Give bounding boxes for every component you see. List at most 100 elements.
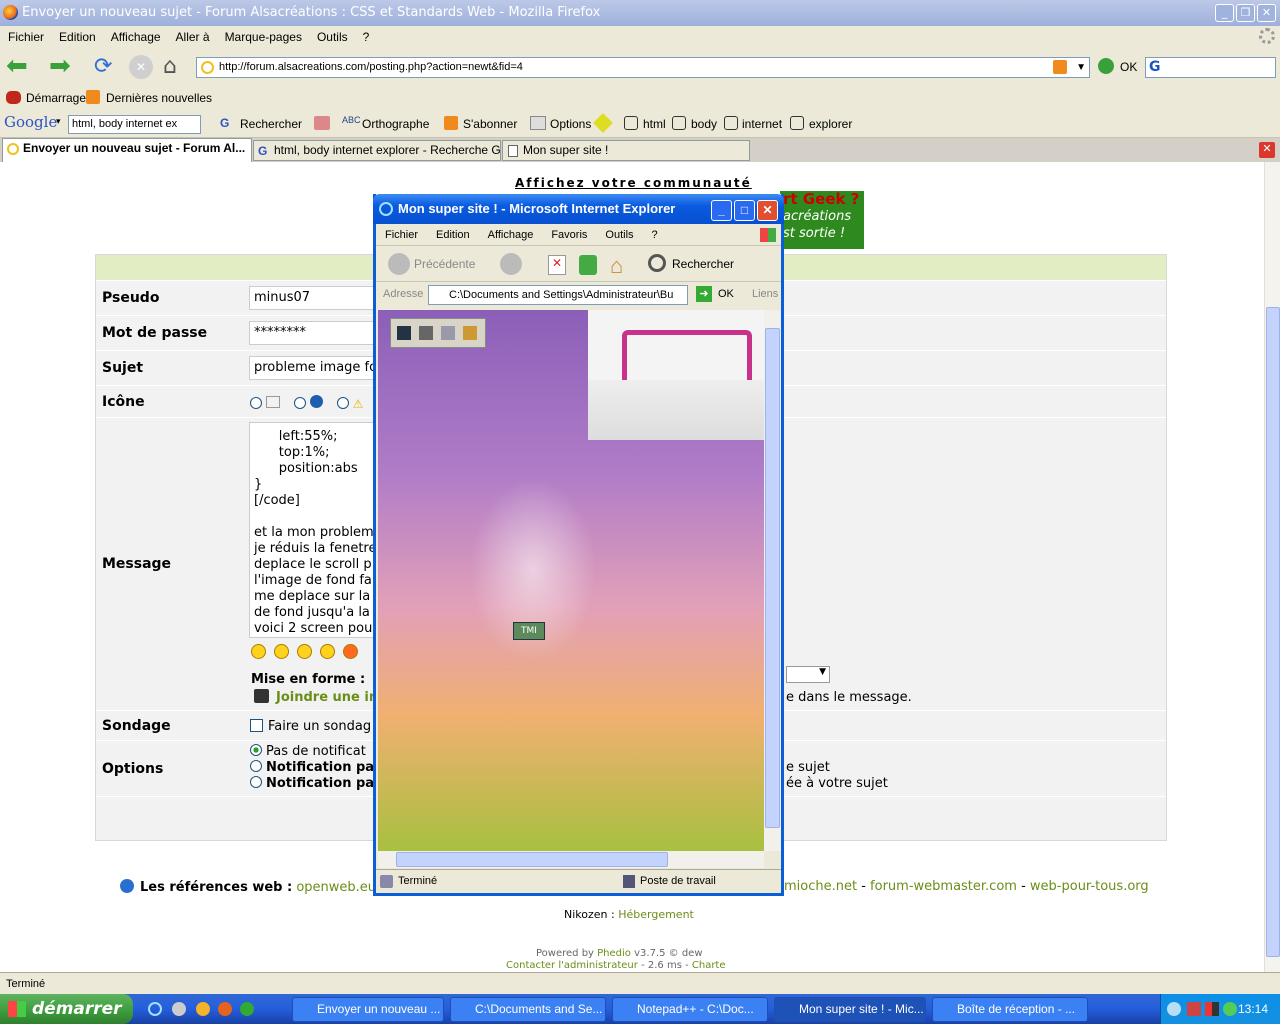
url-bar[interactable]: http://forum.alsacreations.com/posting.p…	[196, 57, 1090, 78]
ie-home-icon[interactable]: ⌂	[610, 253, 623, 279]
print-image-icon[interactable]	[419, 326, 433, 340]
chevron-down-icon[interactable]: ▾	[56, 116, 61, 127]
option-notification-1[interactable]: Notification pa	[250, 760, 374, 776]
menu-edition[interactable]: Edition	[55, 30, 107, 44]
tray-icon[interactable]	[1187, 1002, 1201, 1016]
ie-menu-edition[interactable]: Edition	[436, 229, 470, 241]
email-image-icon[interactable]	[441, 326, 455, 340]
scroll-thumb[interactable]	[1266, 307, 1280, 957]
page-scrollbar[interactable]	[1264, 162, 1280, 972]
close-button[interactable]: ✕	[1257, 4, 1276, 22]
tray-icon[interactable]	[1205, 1002, 1219, 1016]
menu-fichier[interactable]: Fichier	[4, 30, 55, 44]
ie-horizontal-scrollbar[interactable]	[378, 851, 764, 868]
go-label[interactable]: OK	[1120, 60, 1137, 74]
chevron-down-icon[interactable]: ▼	[1076, 58, 1086, 77]
community-link[interactable]: Affichez votre communauté	[515, 176, 752, 190]
task-ie[interactable]: Mon super site ! - Mic...	[774, 997, 926, 1022]
ie-refresh-icon[interactable]	[579, 255, 597, 275]
ie-menu-outils[interactable]: Outils	[605, 229, 633, 241]
ie-menu-fichier[interactable]: Fichier	[385, 229, 418, 241]
maximize-button[interactable]: ❐	[1236, 4, 1255, 22]
task-firefox[interactable]: Envoyer un nouveau ...	[292, 997, 444, 1022]
highlight-icon[interactable]	[593, 113, 613, 133]
reload-icon[interactable]: ⟳	[94, 55, 118, 79]
save-image-icon[interactable]	[397, 326, 411, 340]
back-arrow-icon[interactable]: ⬅	[6, 53, 30, 79]
option-no-notification[interactable]: Pas de notificat	[250, 744, 374, 760]
happy-icon[interactable]	[274, 644, 289, 659]
option-radio[interactable]	[250, 760, 262, 772]
icon-radio-1[interactable]	[250, 397, 262, 409]
ie-scroll-thumb[interactable]	[765, 328, 780, 828]
ie-back-label[interactable]: Précédente	[414, 257, 475, 271]
password-input[interactable]: ********	[249, 321, 379, 345]
stop-icon[interactable]: ✕	[129, 55, 153, 79]
poll-option[interactable]: Faire un sondag	[250, 719, 371, 734]
ref-link[interactable]: forum-webmaster.com	[866, 879, 1017, 894]
quicklaunch-firefox-icon[interactable]	[218, 1002, 232, 1016]
forward-arrow-icon[interactable]: ➡	[49, 53, 73, 79]
term-html[interactable]: html	[643, 117, 666, 131]
minimize-button[interactable]: _	[1215, 4, 1234, 22]
pseudo-input[interactable]: minus07	[249, 286, 379, 310]
quicklaunch-media-icon[interactable]	[196, 1002, 210, 1016]
task-notepad[interactable]: Notepad++ - C:\Doc...	[612, 997, 768, 1022]
neutral-icon[interactable]	[320, 644, 335, 659]
ie-menu-help[interactable]: ?	[652, 229, 658, 241]
icon-radio-2[interactable]	[293, 397, 306, 409]
format-select[interactable]: ▼	[786, 666, 830, 683]
term-internet[interactable]: internet	[742, 117, 782, 131]
menu-outils[interactable]: Outils	[313, 30, 359, 44]
ie-minimize-button[interactable]: _	[711, 200, 732, 221]
google-search-input[interactable]: html, body internet ex	[68, 115, 201, 134]
ie-address-input[interactable]: C:\Documents and Settings\Administrateur…	[428, 285, 688, 305]
popup-blocker-icon[interactable]	[314, 116, 330, 130]
folder-image-icon[interactable]	[463, 326, 477, 340]
attach-image-link[interactable]: Joindre une im	[276, 690, 382, 705]
ref-link[interactable]: web-pour-tous.org	[1026, 879, 1149, 894]
tab-forum[interactable]: Envoyer un nouveau sujet - Forum Al...	[2, 138, 252, 162]
term-explorer[interactable]: explorer	[809, 117, 852, 131]
ie-close-button[interactable]: ✕	[757, 200, 778, 221]
angry-icon[interactable]	[343, 644, 358, 659]
home-icon[interactable]: ⌂	[163, 55, 187, 79]
quicklaunch-messenger-icon[interactable]	[240, 1002, 254, 1016]
tray-messenger-icon[interactable]	[1223, 1002, 1237, 1016]
go-icon[interactable]	[1098, 58, 1114, 74]
ie-search-icon[interactable]	[648, 254, 666, 272]
message-textarea[interactable]: left:55%; top:1%; position:abs } [/code]…	[249, 422, 379, 638]
ie-menu-affichage[interactable]: Affichage	[488, 229, 534, 241]
task-mail[interactable]: Boîte de réception - ...	[932, 997, 1088, 1022]
smile-icon[interactable]	[251, 644, 266, 659]
bookmark-demarrage[interactable]: Démarrage	[26, 91, 86, 105]
ie-links-label[interactable]: Liens	[752, 288, 778, 300]
ie-menu-favoris[interactable]: Favoris	[551, 229, 587, 241]
subscribe-button[interactable]: S'abonner	[463, 117, 517, 131]
hosting-link[interactable]: Hébergement	[618, 908, 694, 921]
ie-stop-icon[interactable]: ✕	[548, 255, 566, 275]
ie-go-label[interactable]: OK	[718, 288, 734, 300]
charte-link[interactable]: Charte	[692, 960, 726, 971]
menu-help[interactable]: ?	[359, 30, 381, 44]
bookmark-dernieres-nouvelles[interactable]: Dernières nouvelles	[106, 91, 212, 105]
poll-checkbox[interactable]	[250, 719, 263, 732]
grin-icon[interactable]	[297, 644, 312, 659]
ie-search-label[interactable]: Rechercher	[672, 257, 734, 271]
ie-go-icon[interactable]: ➜	[696, 286, 712, 302]
ie-maximize-button[interactable]: □	[734, 200, 755, 221]
menu-affichage[interactable]: Affichage	[107, 30, 172, 44]
option-notification-2[interactable]: Notification pa	[250, 776, 374, 792]
spellcheck-button[interactable]: Orthographe	[362, 117, 429, 131]
ad-banner[interactable]: rt Geek ? acréations st sortie !	[780, 191, 864, 249]
option-radio[interactable]	[250, 776, 262, 788]
subject-input[interactable]: probleme image fo	[249, 356, 379, 380]
rss-icon[interactable]	[1053, 60, 1067, 74]
menu-aller-a[interactable]: Aller à	[172, 30, 221, 44]
ie-hscroll-thumb[interactable]	[396, 852, 668, 867]
tray-expand-icon[interactable]	[1167, 1002, 1181, 1016]
google-search-button[interactable]: Rechercher	[240, 117, 302, 131]
start-button[interactable]: démarrer	[0, 994, 133, 1024]
term-body[interactable]: body	[691, 117, 717, 131]
close-tab-icon[interactable]: ✕	[1259, 142, 1275, 158]
